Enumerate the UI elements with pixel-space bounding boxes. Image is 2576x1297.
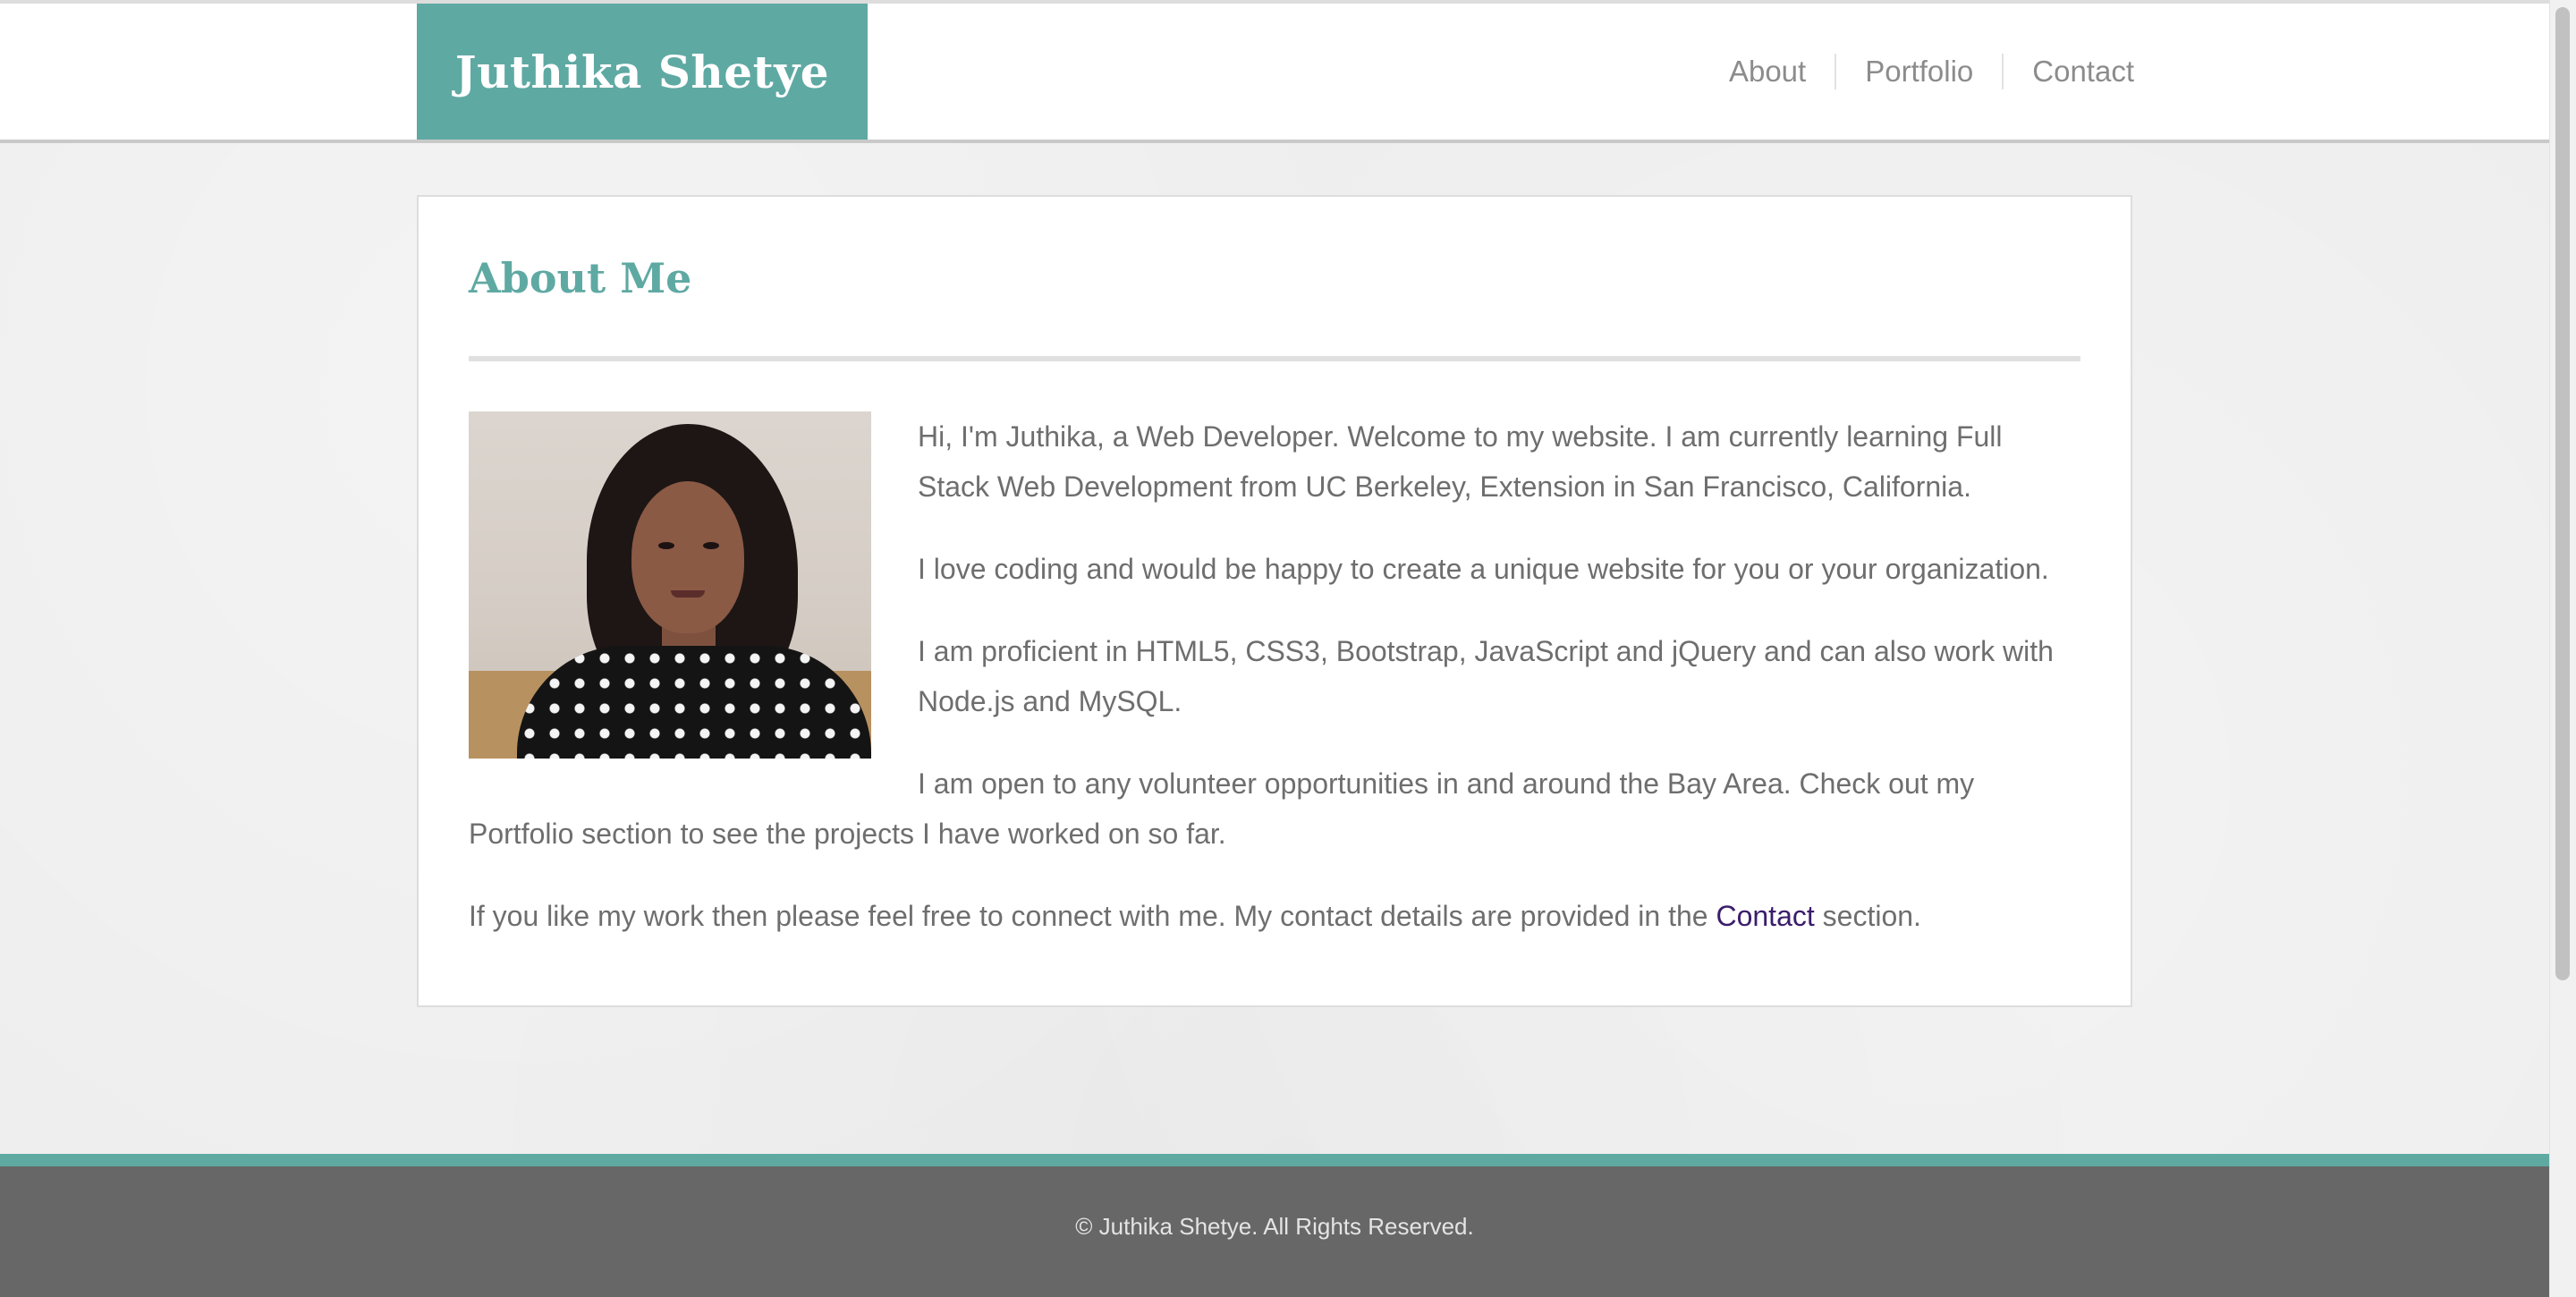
footer-accent-bar (0, 1154, 2549, 1166)
about-paragraph-contact: If you like my work then please feel fre… (469, 891, 2066, 941)
profile-photo (469, 411, 871, 759)
nav-link-contact[interactable]: Contact (2002, 54, 2134, 89)
photo-mouth (671, 590, 705, 598)
contact-text-after: section. (1814, 900, 1921, 932)
scrollbar-thumb[interactable] (2555, 7, 2570, 980)
heading-divider (469, 356, 2080, 361)
photo-eye-left (658, 542, 674, 549)
photo-eye-right (703, 542, 719, 549)
about-paragraph-volunteer: I am open to any volunteer opportunities… (469, 767, 1975, 850)
site-header: Juthika Shetye About Portfolio Contact (0, 4, 2549, 143)
site-brand[interactable]: Juthika Shetye (417, 4, 868, 140)
contact-link[interactable]: Contact (1716, 900, 1814, 932)
vertical-scrollbar[interactable] (2549, 0, 2576, 1297)
site-footer: © Juthika Shetye. All Rights Reserved. (0, 1166, 2549, 1297)
main-nav: About Portfolio Contact (1700, 54, 2134, 89)
nav-link-about[interactable]: About (1700, 54, 1835, 89)
copyright-text: © Juthika Shetye. All Rights Reserved. (1075, 1212, 1474, 1240)
about-heading: About Me (469, 254, 692, 302)
photo-polka-dot-dress (517, 646, 871, 759)
about-card: About Me Hi, I'm Juthika, a Web Develope… (417, 195, 2132, 1007)
photo-face (631, 481, 744, 633)
contact-text-before: If you like my work then please feel fre… (469, 900, 1716, 932)
about-content: Hi, I'm Juthika, a Web Developer. Welcom… (469, 411, 2066, 973)
nav-link-portfolio[interactable]: Portfolio (1835, 54, 2002, 89)
